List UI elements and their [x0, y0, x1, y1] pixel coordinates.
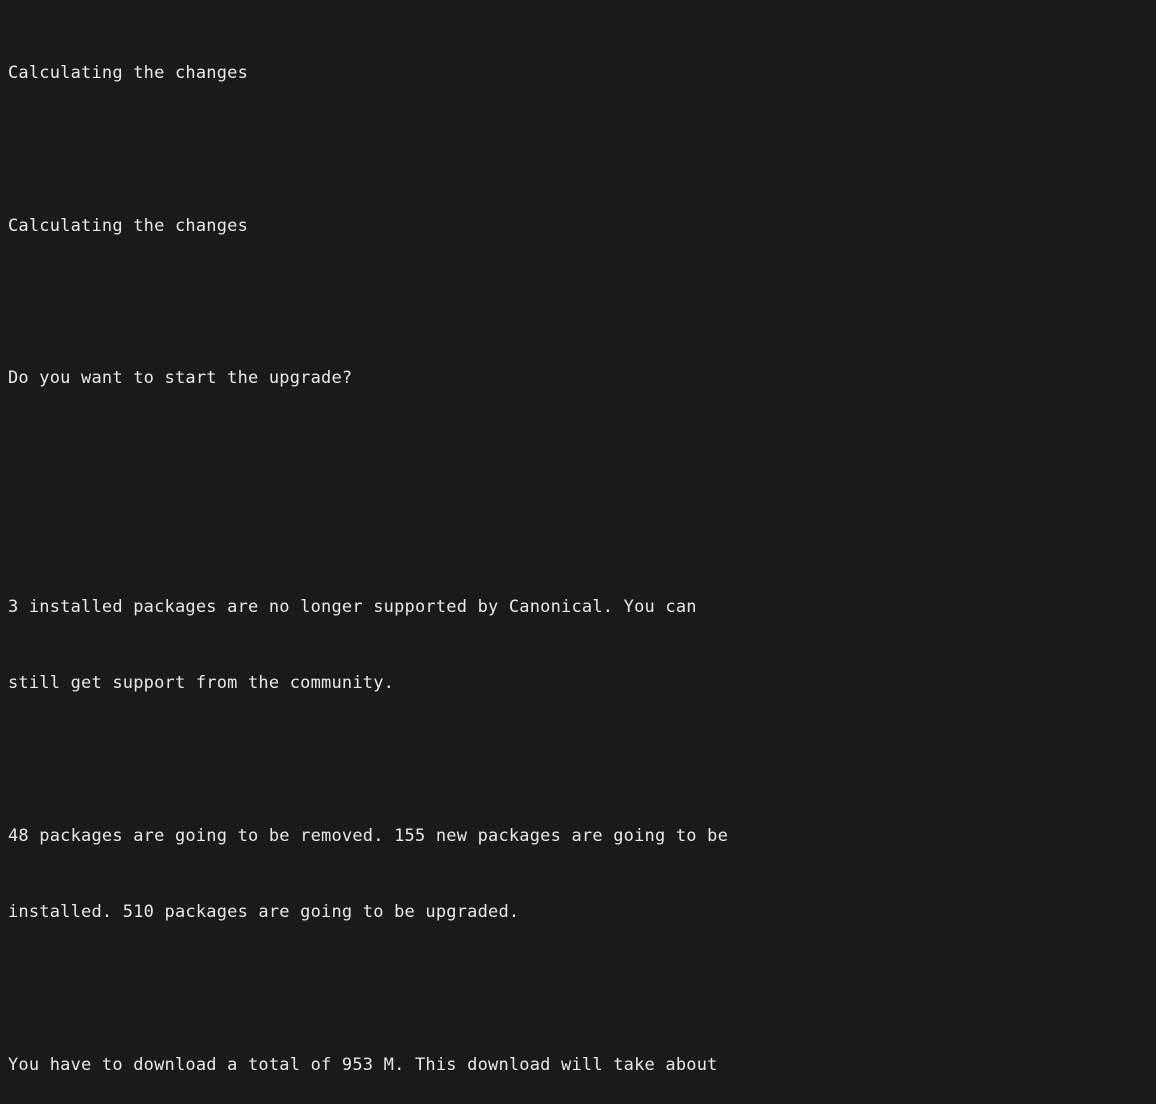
terminal-output[interactable]: Calculating the changes Calculating the …	[8, 10, 1148, 1104]
output-line: Calculating the changes	[8, 61, 1148, 87]
output-line: Do you want to start the upgrade?	[8, 366, 1148, 392]
output-line: still get support from the community.	[8, 671, 1148, 697]
output-line: installed. 510 packages are going to be …	[8, 900, 1148, 926]
blank-line	[8, 138, 1148, 163]
blank-line	[8, 290, 1148, 315]
output-line: 48 packages are going to be removed. 155…	[8, 824, 1148, 850]
output-line: Calculating the changes	[8, 214, 1148, 240]
blank-line	[8, 977, 1148, 1002]
output-line: 3 installed packages are no longer suppo…	[8, 595, 1148, 621]
output-line: You have to download a total of 953 M. T…	[8, 1053, 1148, 1079]
blank-line	[8, 443, 1148, 468]
blank-line	[8, 519, 1148, 544]
blank-line	[8, 748, 1148, 773]
